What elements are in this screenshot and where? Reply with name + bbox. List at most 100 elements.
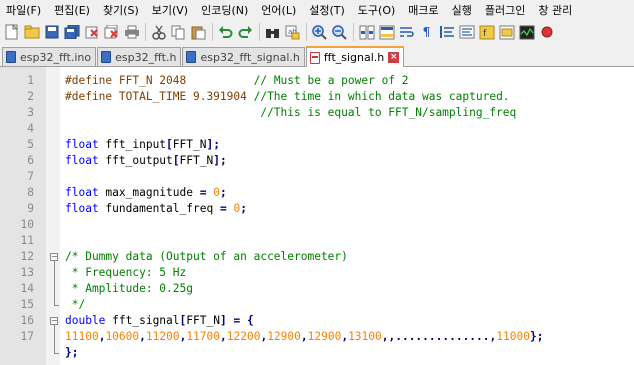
saved-file-icon — [101, 51, 112, 63]
code-token: 12900 — [267, 330, 301, 343]
close-icon[interactable] — [83, 24, 100, 41]
menu-item-10[interactable]: 플러그인 — [479, 2, 532, 18]
fold-array-toggle-icon[interactable]: − — [50, 317, 58, 325]
fold-end-marker — [54, 353, 59, 354]
saved-file-icon — [186, 51, 197, 63]
menu-item-6[interactable]: 설정(T) — [303, 2, 352, 18]
toolbar-separator — [212, 23, 213, 41]
code-token: 13100 — [348, 330, 382, 343]
code-token: fft_input — [98, 138, 167, 151]
code-line[interactable]: 11 — [0, 233, 634, 249]
tab-1[interactable]: esp32_fft.h — [97, 47, 182, 66]
code-line[interactable]: 5 float fft_input[FFT_N]; — [0, 137, 634, 153]
menu-item-4[interactable]: 인코딩(N) — [195, 2, 255, 18]
replace-icon[interactable]: ab — [284, 24, 301, 41]
paste-icon[interactable] — [190, 24, 207, 41]
code-line[interactable]: 7 — [0, 169, 634, 185]
menu-item-9[interactable]: 실행 — [446, 2, 479, 18]
code-token: [ — [172, 154, 180, 167]
code-text: float fft_output[FFT_N]; — [65, 153, 227, 169]
line-number: 9 — [27, 202, 34, 215]
code-line[interactable]: 6 float fft_output[FFT_N]; — [0, 153, 634, 169]
fold-comment-toggle-icon[interactable]: − — [50, 253, 58, 261]
close-all-icon[interactable] — [103, 24, 120, 41]
code-token: , — [139, 330, 146, 343]
print-icon[interactable] — [123, 24, 140, 41]
redo-icon[interactable] — [237, 24, 254, 41]
code-line[interactable]: 9 float fundamental_freq = 0; — [0, 201, 634, 217]
code-token: ; — [240, 202, 247, 215]
tab-bar: esp32_fft.ino esp32_fft.h esp32_fft_signal… — [0, 45, 634, 67]
menu-item-3[interactable]: 보기(V) — [146, 2, 195, 18]
code-token: }; — [529, 330, 544, 343]
record-macro-icon[interactable] — [538, 24, 555, 41]
code-line[interactable]: 17 11100,10600,11200,11700,12200,12900,12… — [0, 329, 634, 345]
code-line[interactable]: 15 */ — [0, 297, 634, 313]
find-icon[interactable] — [264, 24, 281, 41]
menu-item-8[interactable]: 매크로 — [402, 2, 445, 18]
code-token: ,,.............., — [381, 330, 497, 343]
code-line[interactable]: 1 #define FFT_N 2048 // Must be a power o… — [0, 73, 634, 89]
code-token: 12200 — [226, 330, 261, 343]
zoom-in-icon[interactable] — [311, 24, 328, 41]
open-file-icon[interactable] — [23, 24, 40, 41]
code-line[interactable]: 13 * Frequency: 5 Hz — [0, 265, 634, 281]
code-line[interactable]: 2 #define TOTAL_TIME 9.391904 //The time … — [0, 89, 634, 105]
menu-item-1[interactable]: 편집(E) — [48, 2, 97, 18]
code-line[interactable]: 8 float max_magnitude = 0; — [0, 185, 634, 201]
menu-item-7[interactable]: 도구(O) — [352, 2, 402, 18]
code-token: /* Dummy data (Output of an acceleromete… — [65, 250, 348, 263]
code-token: // Must be a power of 2 — [253, 74, 409, 87]
code-line[interactable]: 4 — [0, 121, 634, 137]
unsaved-file-icon — [309, 51, 320, 64]
tab-label: esp32_fft_signal.h — [200, 50, 300, 64]
tab-close-icon[interactable]: × — [388, 52, 400, 63]
code-line[interactable]: 14 * Amplitude: 0.25g — [0, 281, 634, 297]
code-token: */ — [65, 298, 86, 311]
code-token: float — [65, 138, 99, 151]
code-editor[interactable]: 1 #define FFT_N 2048 // Must be a power o… — [0, 67, 634, 365]
menu-item-0[interactable]: 파일(F) — [0, 2, 48, 18]
line-number: 3 — [27, 106, 34, 119]
menu-item-5[interactable]: 언어(L) — [255, 2, 303, 18]
code-token: #define TOTAL_TIME 9.391904 — [65, 90, 254, 103]
undo-icon[interactable] — [217, 24, 234, 41]
code-token: float — [65, 186, 99, 199]
indent-guide-icon[interactable] — [438, 24, 455, 41]
line-number: 7 — [27, 170, 34, 183]
monitoring-icon[interactable] — [518, 24, 535, 41]
line-number: 1 — [27, 74, 34, 87]
zoom-out-icon[interactable] — [331, 24, 348, 41]
code-text: double fft_signal[FFT_N] = { — [65, 313, 254, 329]
tab-0[interactable]: esp32_fft.ino — [2, 47, 97, 66]
code-token: }; — [65, 346, 79, 359]
function-list-icon[interactable]: f — [478, 24, 495, 41]
code-token: FFT_N — [186, 314, 220, 327]
language-icon[interactable] — [458, 24, 475, 41]
tab-2[interactable]: esp32_fft_signal.h — [182, 47, 305, 66]
save-all-icon[interactable] — [63, 24, 80, 41]
save-icon[interactable] — [43, 24, 60, 41]
code-line[interactable]: 3 //This is equal to FFT_N/sampling_freq — [0, 105, 634, 121]
cut-icon[interactable] — [150, 24, 167, 41]
word-wrap-icon[interactable] — [398, 24, 415, 41]
copy-icon[interactable] — [170, 24, 187, 41]
menu-item-2[interactable]: 찾기(S) — [97, 2, 146, 18]
code-line[interactable]: 10 — [0, 217, 634, 233]
fold-guide — [54, 325, 55, 353]
menu-item-11[interactable]: 창 관리 — [532, 2, 579, 18]
show-all-chars-icon[interactable]: ¶ — [418, 24, 435, 41]
folder-workspace-icon[interactable] — [498, 24, 515, 41]
sync-horizontal-icon[interactable] — [378, 24, 395, 41]
line-number: 17 — [20, 330, 34, 343]
code-line[interactable]: 16 double fft_signal[FFT_N] = { — [0, 313, 634, 329]
line-number: 10 — [20, 218, 34, 231]
sync-vertical-icon[interactable] — [358, 24, 375, 41]
new-file-icon[interactable] — [3, 24, 20, 41]
code-line[interactable]: }; — [0, 345, 634, 361]
tab-3[interactable]: fft_signal.h × — [305, 46, 405, 67]
line-number: 14 — [20, 282, 34, 295]
code-line[interactable]: 12 /* Dummy data (Output of an accelerome… — [0, 249, 634, 265]
